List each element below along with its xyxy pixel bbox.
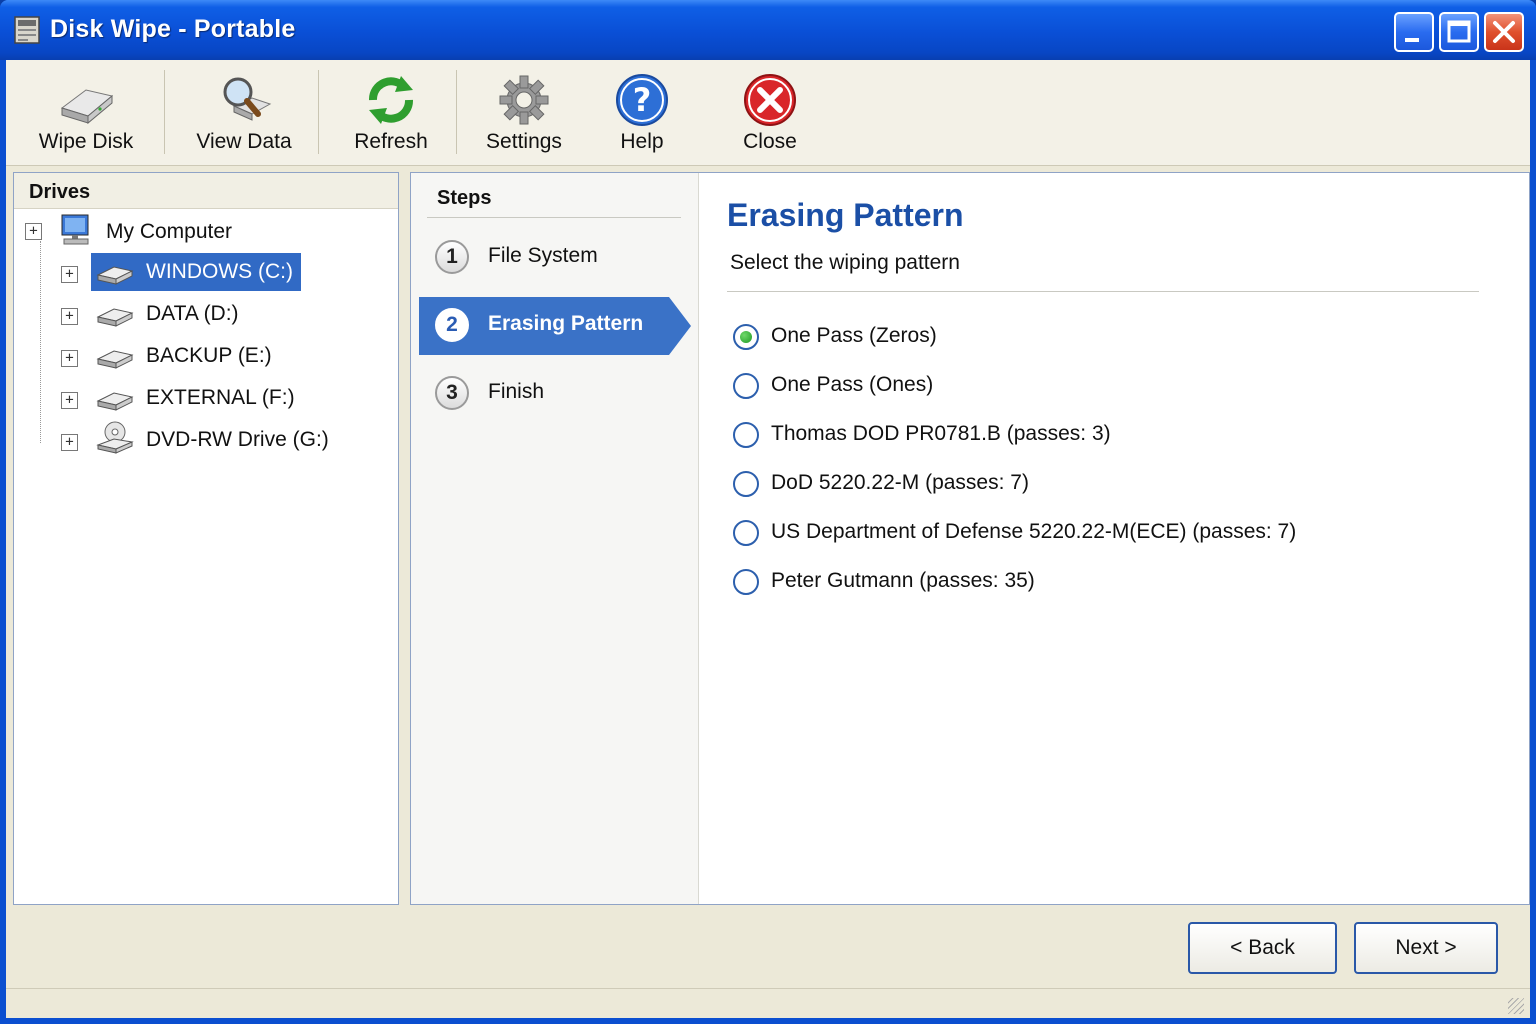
hard-drive-icon xyxy=(96,308,134,327)
expand-icon[interactable]: + xyxy=(61,350,78,367)
step-finish[interactable]: 3 Finish xyxy=(419,365,691,423)
steps-sidebar: Steps 1 File System 2 Erasing Pattern 3 … xyxy=(411,173,699,904)
help-button[interactable]: ? Help xyxy=(596,68,688,160)
wizard-panel: Steps 1 File System 2 Erasing Pattern 3 … xyxy=(410,172,1530,905)
status-bar xyxy=(6,988,1530,1018)
hard-drive-icon xyxy=(96,266,134,285)
option-label: One Pass (Ones) xyxy=(771,373,934,396)
gear-icon xyxy=(499,75,549,125)
steps-header: Steps xyxy=(437,187,492,209)
wipe-disk-button[interactable]: Wipe Disk xyxy=(30,68,142,160)
settings-button[interactable]: Settings xyxy=(472,68,576,160)
step-number: 3 xyxy=(435,376,469,410)
tree-label: WINDOWS (C:) xyxy=(138,253,301,291)
help-icon: ? xyxy=(616,74,668,126)
close-x-icon xyxy=(1493,21,1515,43)
refresh-button[interactable]: Refresh xyxy=(336,68,446,160)
close-label: Close xyxy=(743,130,797,153)
step-erasing-pattern[interactable]: 2 Erasing Pattern xyxy=(419,297,691,355)
view-data-button[interactable]: View Data xyxy=(184,68,304,160)
toolbar-separator xyxy=(164,70,165,154)
toolbar-separator xyxy=(456,70,457,154)
tree-item-drive-c[interactable]: + WINDOWS (C:) xyxy=(14,253,394,293)
maximize-icon xyxy=(1447,20,1471,43)
settings-label: Settings xyxy=(486,130,562,153)
radio-button[interactable] xyxy=(733,373,759,399)
page-subtitle: Select the wiping pattern xyxy=(730,251,960,274)
app-icon xyxy=(14,16,40,44)
tree-item-my-computer[interactable]: + My Computer xyxy=(14,211,394,251)
refresh-icon xyxy=(369,76,413,124)
refresh-label: Refresh xyxy=(354,130,428,153)
page-title: Erasing Pattern xyxy=(727,197,964,233)
next-button[interactable]: Next > xyxy=(1354,922,1498,974)
magnifier-icon xyxy=(223,77,272,121)
divider xyxy=(427,217,681,218)
option-label: Peter Gutmann (passes: 35) xyxy=(771,569,1035,592)
tree-label: EXTERNAL (F:) xyxy=(146,386,295,409)
option-label: One Pass (Zeros) xyxy=(771,324,937,347)
option-label: US Department of Defense 5220.22-M(ECE) … xyxy=(771,520,1297,543)
app-window: Disk Wipe - Portable Wipe Disk View Data… xyxy=(0,0,1536,1024)
window-close-button[interactable] xyxy=(1484,12,1524,52)
view-data-label: View Data xyxy=(196,130,292,153)
option-label: Thomas DOD PR0781.B (passes: 3) xyxy=(771,422,1111,445)
title-bar[interactable]: Disk Wipe - Portable xyxy=(0,0,1536,60)
expand-icon[interactable]: + xyxy=(61,392,78,409)
tree-label: My Computer xyxy=(106,220,233,243)
window-title: Disk Wipe - Portable xyxy=(50,15,296,43)
step-label: File System xyxy=(488,244,598,267)
expand-icon[interactable]: + xyxy=(61,434,78,451)
expand-icon[interactable]: + xyxy=(25,223,42,240)
step-number: 1 xyxy=(435,240,469,274)
radio-button[interactable] xyxy=(733,520,759,546)
expand-icon[interactable]: + xyxy=(61,308,78,325)
toolbar-separator xyxy=(318,70,319,154)
expand-icon[interactable]: + xyxy=(61,266,78,283)
radio-button[interactable] xyxy=(733,422,759,448)
minimize-button[interactable] xyxy=(1394,12,1434,52)
radio-button[interactable] xyxy=(733,569,759,595)
tree-item-drive-g[interactable]: + DVD-RW Drive (G:) xyxy=(14,421,394,461)
close-icon xyxy=(744,74,796,126)
drives-header: Drives xyxy=(14,173,398,209)
hard-drive-icon xyxy=(96,350,134,369)
minimize-icon xyxy=(1405,38,1419,42)
tree-item-drive-e[interactable]: + BACKUP (E:) xyxy=(14,337,394,377)
tree-label: DVD-RW Drive (G:) xyxy=(146,428,329,451)
dvd-drive-icon xyxy=(96,421,134,454)
svg-text:?: ? xyxy=(633,81,652,119)
tree-label: BACKUP (E:) xyxy=(146,344,272,367)
resize-grip-icon[interactable] xyxy=(1508,998,1524,1014)
option-label: DoD 5220.22-M (passes: 7) xyxy=(771,471,1029,494)
tree-item-drive-f[interactable]: + EXTERNAL (F:) xyxy=(14,379,394,419)
hard-drive-icon xyxy=(96,392,134,411)
step-file-system[interactable]: 1 File System xyxy=(419,229,691,287)
computer-icon xyxy=(61,214,89,245)
step-label: Erasing Pattern xyxy=(488,312,644,335)
drive-icon xyxy=(60,89,114,125)
close-button[interactable]: Close xyxy=(722,68,818,160)
step-label: Finish xyxy=(488,380,545,403)
toolbar: Wipe Disk View Data Refresh Settings ? H… xyxy=(6,60,1530,166)
maximize-button[interactable] xyxy=(1439,12,1479,52)
back-button[interactable]: < Back xyxy=(1188,922,1337,974)
radio-button-checked[interactable] xyxy=(733,324,759,350)
drives-panel: Drives + My Computer + WINDOWS (C:) + DA… xyxy=(13,172,399,905)
tree-label: DATA (D:) xyxy=(146,302,239,325)
radio-button[interactable] xyxy=(733,471,759,497)
help-label: Help xyxy=(620,130,664,153)
step-number: 2 xyxy=(435,308,469,342)
wipe-disk-label: Wipe Disk xyxy=(38,130,134,153)
divider xyxy=(727,291,1479,292)
tree-item-drive-d[interactable]: + DATA (D:) xyxy=(14,295,394,335)
